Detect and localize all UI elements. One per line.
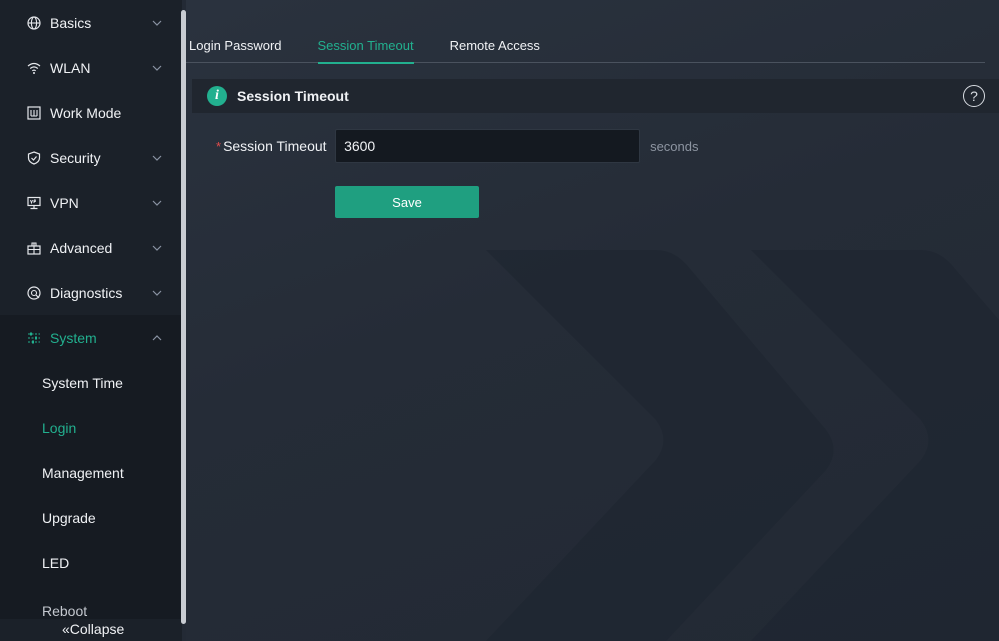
info-icon: i xyxy=(207,86,227,106)
collapse-button[interactable]: «Collapse xyxy=(0,619,182,641)
sidebar-item-system[interactable]: System xyxy=(0,315,182,360)
sidebar: Basics WLAN Work Mode Security VPN Advan… xyxy=(0,0,182,641)
globe-icon xyxy=(27,15,41,30)
tab-bar: Login Password Session Timeout Remote Ac… xyxy=(186,36,985,64)
chevron-down-icon xyxy=(152,153,162,163)
tab-login-password[interactable]: Login Password xyxy=(189,36,282,63)
section-header: i Session Timeout ? xyxy=(192,79,999,113)
diagnostics-icon xyxy=(27,285,41,300)
session-timeout-label: Session Timeout xyxy=(223,138,327,154)
sidebar-item-security[interactable]: Security xyxy=(0,135,182,180)
wifi-icon xyxy=(27,61,41,75)
sidebar-subitem-upgrade[interactable]: Upgrade xyxy=(0,495,182,540)
system-submenu: System Time Login Management Upgrade LED… xyxy=(0,360,182,619)
sidebar-subitem-led[interactable]: LED xyxy=(0,540,182,585)
required-mark: * xyxy=(216,138,222,154)
sidebar-item-label: Basics xyxy=(50,14,92,31)
sidebar-item-work-mode[interactable]: Work Mode xyxy=(0,90,182,135)
sidebar-item-basics[interactable]: Basics xyxy=(0,0,182,45)
sidebar-item-label: System xyxy=(50,329,97,346)
sidebar-subitem-reboot[interactable]: Reboot xyxy=(0,585,182,619)
sidebar-item-label: Work Mode xyxy=(50,104,122,121)
sidebar-item-label: Advanced xyxy=(50,239,113,256)
session-timeout-row: * Session Timeout seconds xyxy=(216,129,698,163)
sliders-icon xyxy=(27,331,41,345)
chevron-up-icon xyxy=(152,333,162,343)
chevron-down-icon xyxy=(152,243,162,253)
sidebar-subitem-management[interactable]: Management xyxy=(0,450,182,495)
section-title: Session Timeout xyxy=(237,88,349,104)
main-content: Login Password Session Timeout Remote Ac… xyxy=(186,0,999,641)
sidebar-item-advanced[interactable]: Advanced xyxy=(0,225,182,270)
sidebar-item-vpn[interactable]: VPN xyxy=(0,180,182,225)
chevron-down-icon xyxy=(152,63,162,73)
work-mode-icon xyxy=(27,105,41,120)
save-button[interactable]: Save xyxy=(335,186,479,218)
sidebar-item-diagnostics[interactable]: Diagnostics xyxy=(0,270,182,315)
sidebar-item-label: Diagnostics xyxy=(50,284,123,301)
tab-remote-access[interactable]: Remote Access xyxy=(450,36,540,63)
unit-label: seconds xyxy=(650,138,699,154)
chevron-down-icon xyxy=(152,198,162,208)
sidebar-item-wlan[interactable]: WLAN xyxy=(0,45,182,90)
sidebar-subitem-system-time[interactable]: System Time xyxy=(0,360,182,405)
advanced-icon xyxy=(27,241,41,255)
tab-session-timeout[interactable]: Session Timeout xyxy=(317,36,414,64)
sidebar-item-label: VPN xyxy=(50,194,79,211)
help-icon[interactable]: ? xyxy=(963,85,985,107)
vpn-icon xyxy=(27,196,41,210)
sidebar-item-label: Security xyxy=(50,149,101,166)
chevron-down-icon xyxy=(152,18,162,28)
sidebar-subitem-login[interactable]: Login xyxy=(0,405,182,450)
chevron-down-icon xyxy=(152,288,162,298)
shield-icon xyxy=(27,150,41,165)
session-timeout-input[interactable] xyxy=(335,129,641,163)
sidebar-item-label: WLAN xyxy=(50,59,91,76)
